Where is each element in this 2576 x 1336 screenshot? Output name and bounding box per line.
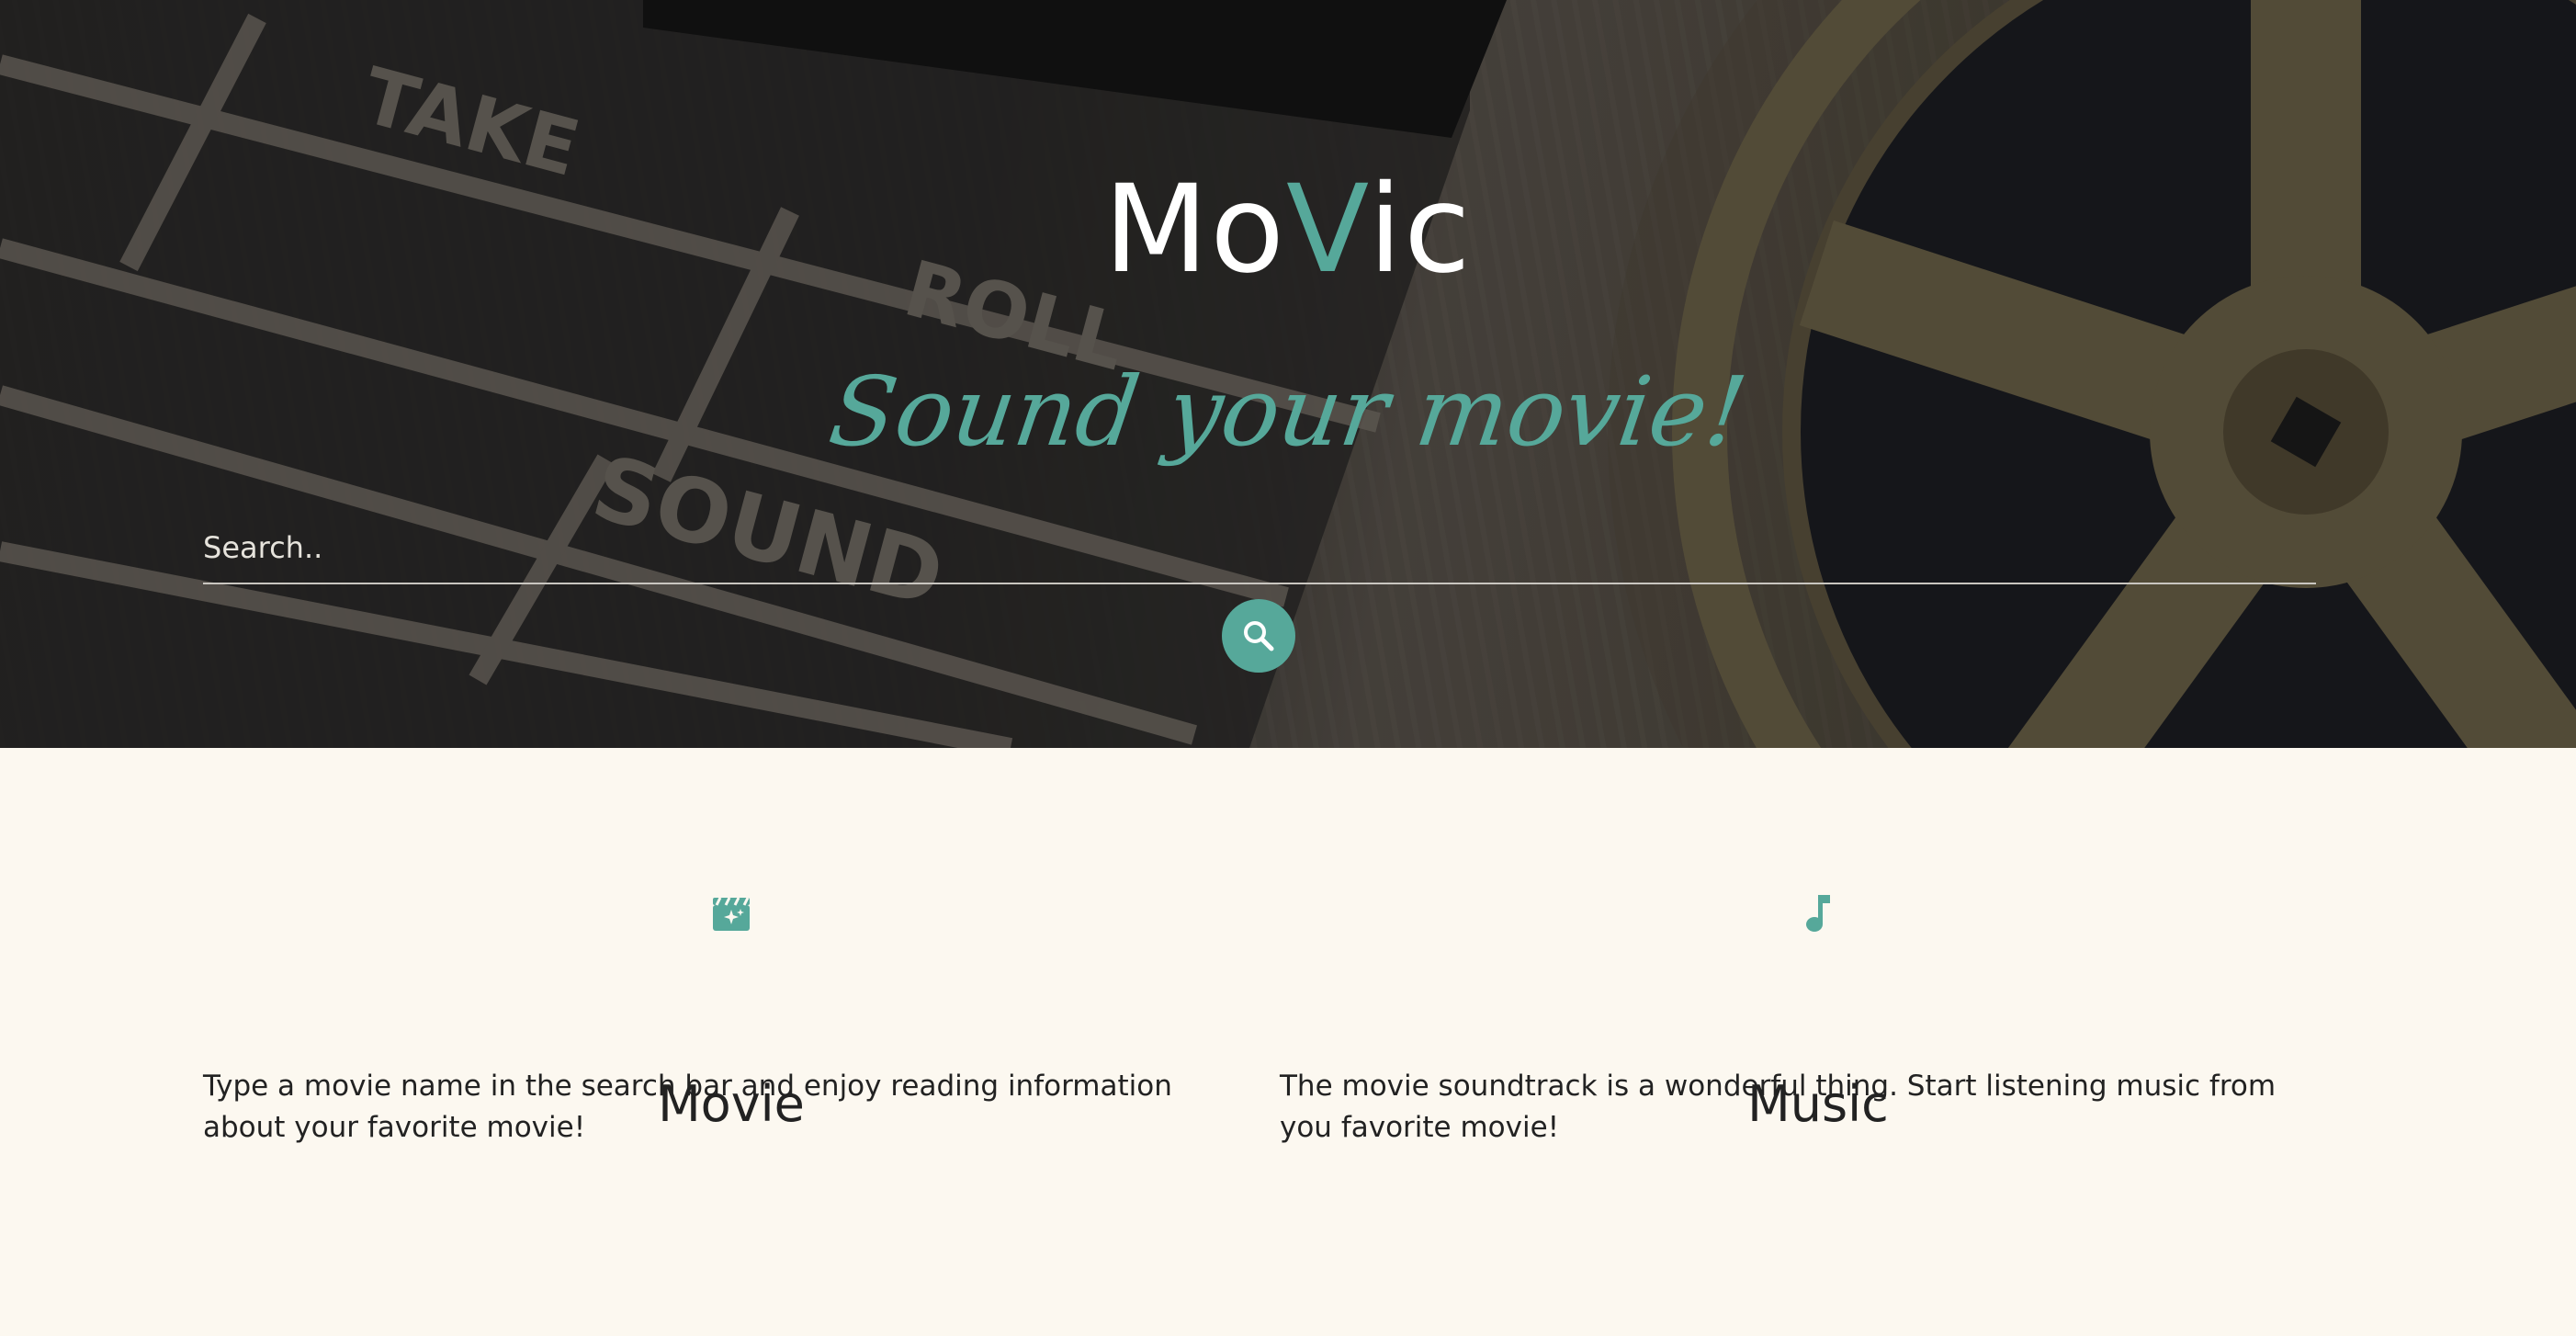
search-button[interactable] (1222, 599, 1295, 673)
music-note-icon (1806, 895, 1830, 932)
app-logo: MoVic (0, 156, 2576, 303)
feature-music: Music The movie soundtrack is a wonderfu… (1280, 882, 2327, 1144)
feature-icon-wrapper (1280, 882, 2356, 937)
search-input[interactable] (203, 513, 2316, 584)
search-icon (1244, 621, 1274, 651)
brand-accent-letter: V (1286, 159, 1369, 300)
feature-movie: Movie Type a movie name in the search ba… (203, 882, 1260, 1144)
features-section: Movie Type a movie name in the search ba… (203, 882, 2316, 1158)
feature-icon-wrapper (203, 882, 1260, 937)
brand-part-2: ic (1368, 159, 1473, 300)
movie-clapper-icon (713, 897, 750, 931)
tagline: Sound your movie! (822, 356, 1754, 468)
brand-part-1: Mo (1103, 159, 1286, 300)
hero-banner: TAKE ROLL SOUND MoVic Sound your movie! (0, 0, 2576, 748)
feature-description: The movie soundtrack is a wonderful thin… (1280, 1070, 2277, 1144)
feature-description: Type a movie name in the search bar and … (203, 1070, 1172, 1144)
